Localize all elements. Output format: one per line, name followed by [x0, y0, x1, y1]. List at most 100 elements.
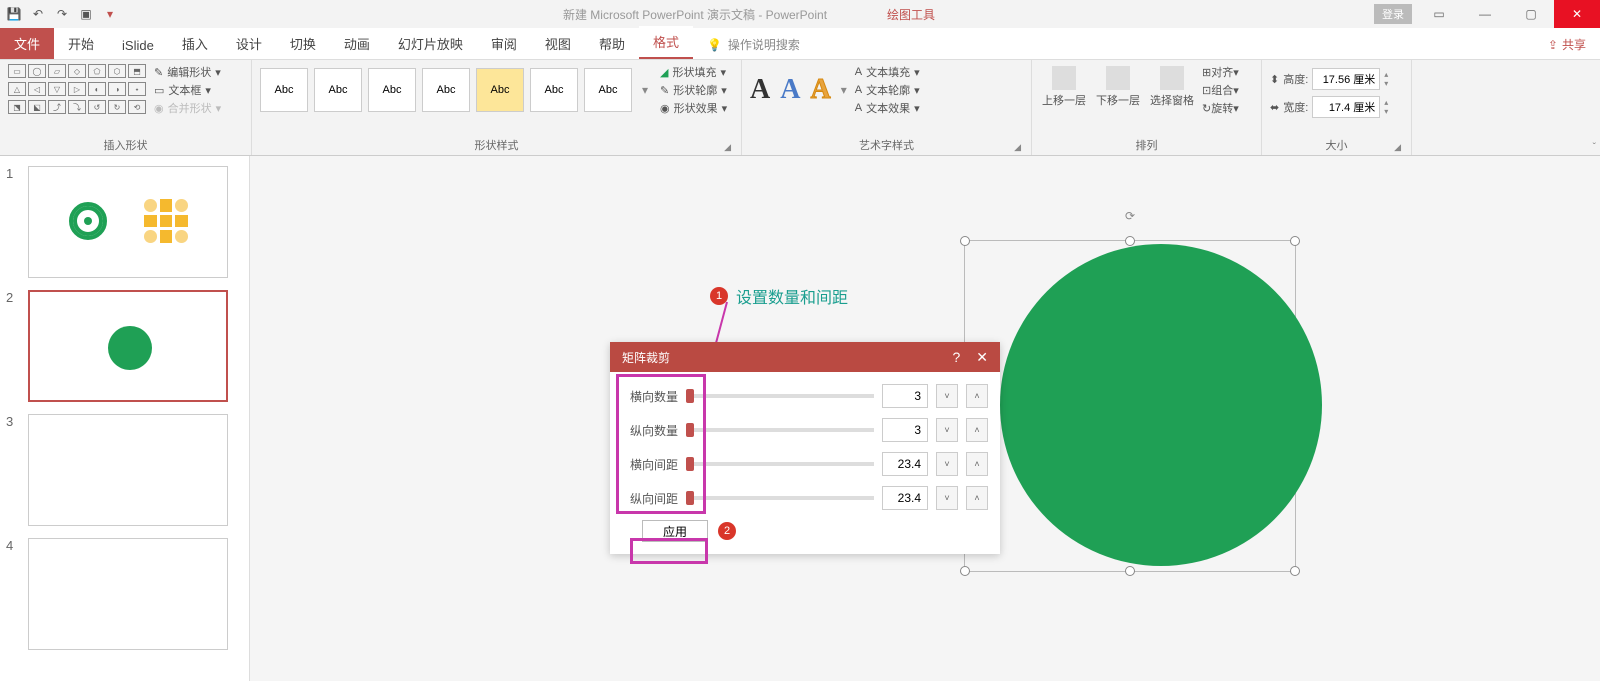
tab-home[interactable]: 开始 [54, 28, 108, 59]
tab-design[interactable]: 设计 [222, 28, 276, 59]
close-icon[interactable]: ✕ [1554, 0, 1600, 28]
tab-slideshow[interactable]: 幻灯片放映 [384, 28, 477, 59]
shape-fill-button[interactable]: ◢形状填充▾ [660, 64, 727, 80]
selection-pane-button[interactable]: 选择窗格 [1148, 64, 1196, 110]
v-count-value[interactable]: 3 [882, 418, 928, 442]
width-input[interactable] [1312, 96, 1380, 118]
dialog-launcher-icon[interactable]: ◢ [1014, 142, 1021, 153]
annotation-text: 设置数量和间距 [736, 284, 848, 308]
resize-handle[interactable] [960, 236, 970, 246]
slide-thumb-1[interactable] [28, 166, 228, 278]
spin-down-icon[interactable]: ˅ [936, 486, 958, 510]
resize-handle[interactable] [1125, 236, 1135, 246]
h-gap-slider[interactable] [686, 462, 874, 466]
textbox-icon: ▭ [154, 84, 164, 97]
slide-canvas[interactable]: 1 设置数量和间距 ⟳ 矩阵裁剪 ? ✕ [250, 156, 1600, 681]
slide-shape-circle[interactable] [1000, 244, 1322, 566]
tab-review[interactable]: 审阅 [477, 28, 531, 59]
close-icon[interactable]: ✕ [976, 349, 988, 366]
wordart-gallery[interactable]: A A A ▾ [750, 74, 847, 106]
v-gap-value[interactable]: 23.4 [882, 486, 928, 510]
gallery-more-icon[interactable]: ▾ [841, 83, 847, 97]
tab-file[interactable]: 文件 [0, 28, 54, 59]
shape-outline-button[interactable]: ✎形状轮廓▾ [660, 82, 727, 98]
style-preset[interactable]: Abc [584, 68, 632, 112]
merge-shapes-button[interactable]: ◉合并形状▾ [154, 100, 221, 116]
style-preset[interactable]: Abc [476, 68, 524, 112]
slide-thumb-3[interactable] [28, 414, 228, 526]
collapse-ribbon-icon[interactable]: ˇ [1593, 142, 1596, 153]
maximize-icon[interactable]: ▢ [1508, 0, 1554, 28]
spin-down-icon[interactable]: ˅ [936, 418, 958, 442]
resize-handle[interactable] [1290, 236, 1300, 246]
style-preset[interactable]: Abc [260, 68, 308, 112]
qat-more-icon[interactable]: ▾ [102, 6, 118, 22]
text-fill-button[interactable]: A文本填充▾ [855, 64, 920, 80]
spin-down-icon[interactable]: ˅ [936, 452, 958, 476]
tell-me-search[interactable]: 💡 操作说明搜索 [693, 30, 814, 59]
slideshow-icon[interactable]: ▣ [78, 6, 94, 22]
slide-thumb-4[interactable] [28, 538, 228, 650]
v-gap-label: 纵向间距 [622, 490, 678, 507]
v-count-slider[interactable] [686, 428, 874, 432]
text-effects-button[interactable]: A文本效果▾ [855, 100, 920, 116]
spin-up-icon[interactable]: ˄ [966, 452, 988, 476]
wordart-preset[interactable]: A [810, 74, 830, 106]
style-preset[interactable]: Abc [422, 68, 470, 112]
shape-style-gallery[interactable]: Abc Abc Abc Abc Abc Abc Abc ▾ [260, 68, 652, 112]
undo-icon[interactable]: ↶ [30, 6, 46, 22]
login-button[interactable]: 登录 [1374, 4, 1412, 24]
apply-button[interactable]: 应用 [642, 520, 708, 542]
wordart-preset[interactable]: A [780, 74, 800, 106]
send-backward-icon [1106, 66, 1130, 90]
text-outline-button[interactable]: A文本轮廓▾ [855, 82, 920, 98]
style-preset[interactable]: Abc [314, 68, 362, 112]
shape-gallery[interactable]: ▭◯▱◇⬠⬡⬒ △◁▽▷◐◑⋆ ⬔⬕⤴⤵↺↻⟲ [8, 64, 146, 116]
tab-format[interactable]: 格式 [639, 26, 693, 59]
group-button[interactable]: ⊡组合▾ [1202, 82, 1239, 98]
height-input[interactable] [1312, 68, 1380, 90]
wordart-preset[interactable]: A [750, 74, 770, 106]
rotation-handle-icon[interactable]: ⟳ [1125, 209, 1135, 223]
dialog-launcher-icon[interactable]: ◢ [724, 142, 731, 153]
send-backward-button[interactable]: 下移一层 [1094, 64, 1142, 110]
text-box-button[interactable]: ▭文本框▾ [154, 82, 221, 98]
tab-insert[interactable]: 插入 [168, 28, 222, 59]
edit-shape-button[interactable]: ✎编辑形状▾ [154, 64, 221, 80]
rotate-button[interactable]: ↻旋转▾ [1202, 100, 1239, 116]
style-preset[interactable]: Abc [368, 68, 416, 112]
tab-transition[interactable]: 切换 [276, 28, 330, 59]
spin-down-icon[interactable]: ˅ [936, 384, 958, 408]
v-gap-slider[interactable] [686, 496, 874, 500]
tab-view[interactable]: 视图 [531, 28, 585, 59]
spin-up-icon[interactable]: ˄ [966, 418, 988, 442]
tab-help[interactable]: 帮助 [585, 28, 639, 59]
help-icon[interactable]: ? [952, 349, 960, 366]
h-count-slider[interactable] [686, 394, 874, 398]
tab-islide[interactable]: iSlide [108, 32, 168, 59]
h-gap-label: 横向间距 [622, 456, 678, 473]
h-gap-value[interactable]: 23.4 [882, 452, 928, 476]
resize-handle[interactable] [1125, 566, 1135, 576]
share-button[interactable]: ⇪ 共享 [1534, 30, 1600, 59]
gallery-more-icon[interactable]: ▾ [638, 83, 652, 97]
save-icon[interactable]: 💾 [6, 6, 22, 22]
spin-up-icon[interactable]: ˄ [966, 486, 988, 510]
shape-effects-button[interactable]: ◉形状效果▾ [660, 100, 727, 116]
ribbon-tabs: 文件 开始 iSlide 插入 设计 切换 动画 幻灯片放映 审阅 视图 帮助 … [0, 28, 1600, 60]
resize-handle[interactable] [960, 566, 970, 576]
bring-forward-button[interactable]: 上移一层 [1040, 64, 1088, 110]
spinner-icon[interactable]: ▴▾ [1384, 70, 1388, 88]
minimize-icon[interactable]: — [1462, 0, 1508, 28]
redo-icon[interactable]: ↷ [54, 6, 70, 22]
ribbon-display-icon[interactable]: ▭ [1416, 0, 1462, 28]
spinner-icon[interactable]: ▴▾ [1384, 98, 1388, 116]
resize-handle[interactable] [1290, 566, 1300, 576]
spin-up-icon[interactable]: ˄ [966, 384, 988, 408]
h-count-value[interactable]: 3 [882, 384, 928, 408]
tab-animation[interactable]: 动画 [330, 28, 384, 59]
dialog-launcher-icon[interactable]: ◢ [1394, 142, 1401, 153]
slide-thumb-2[interactable] [28, 290, 228, 402]
style-preset[interactable]: Abc [530, 68, 578, 112]
align-button[interactable]: ⊞对齐▾ [1202, 64, 1239, 80]
